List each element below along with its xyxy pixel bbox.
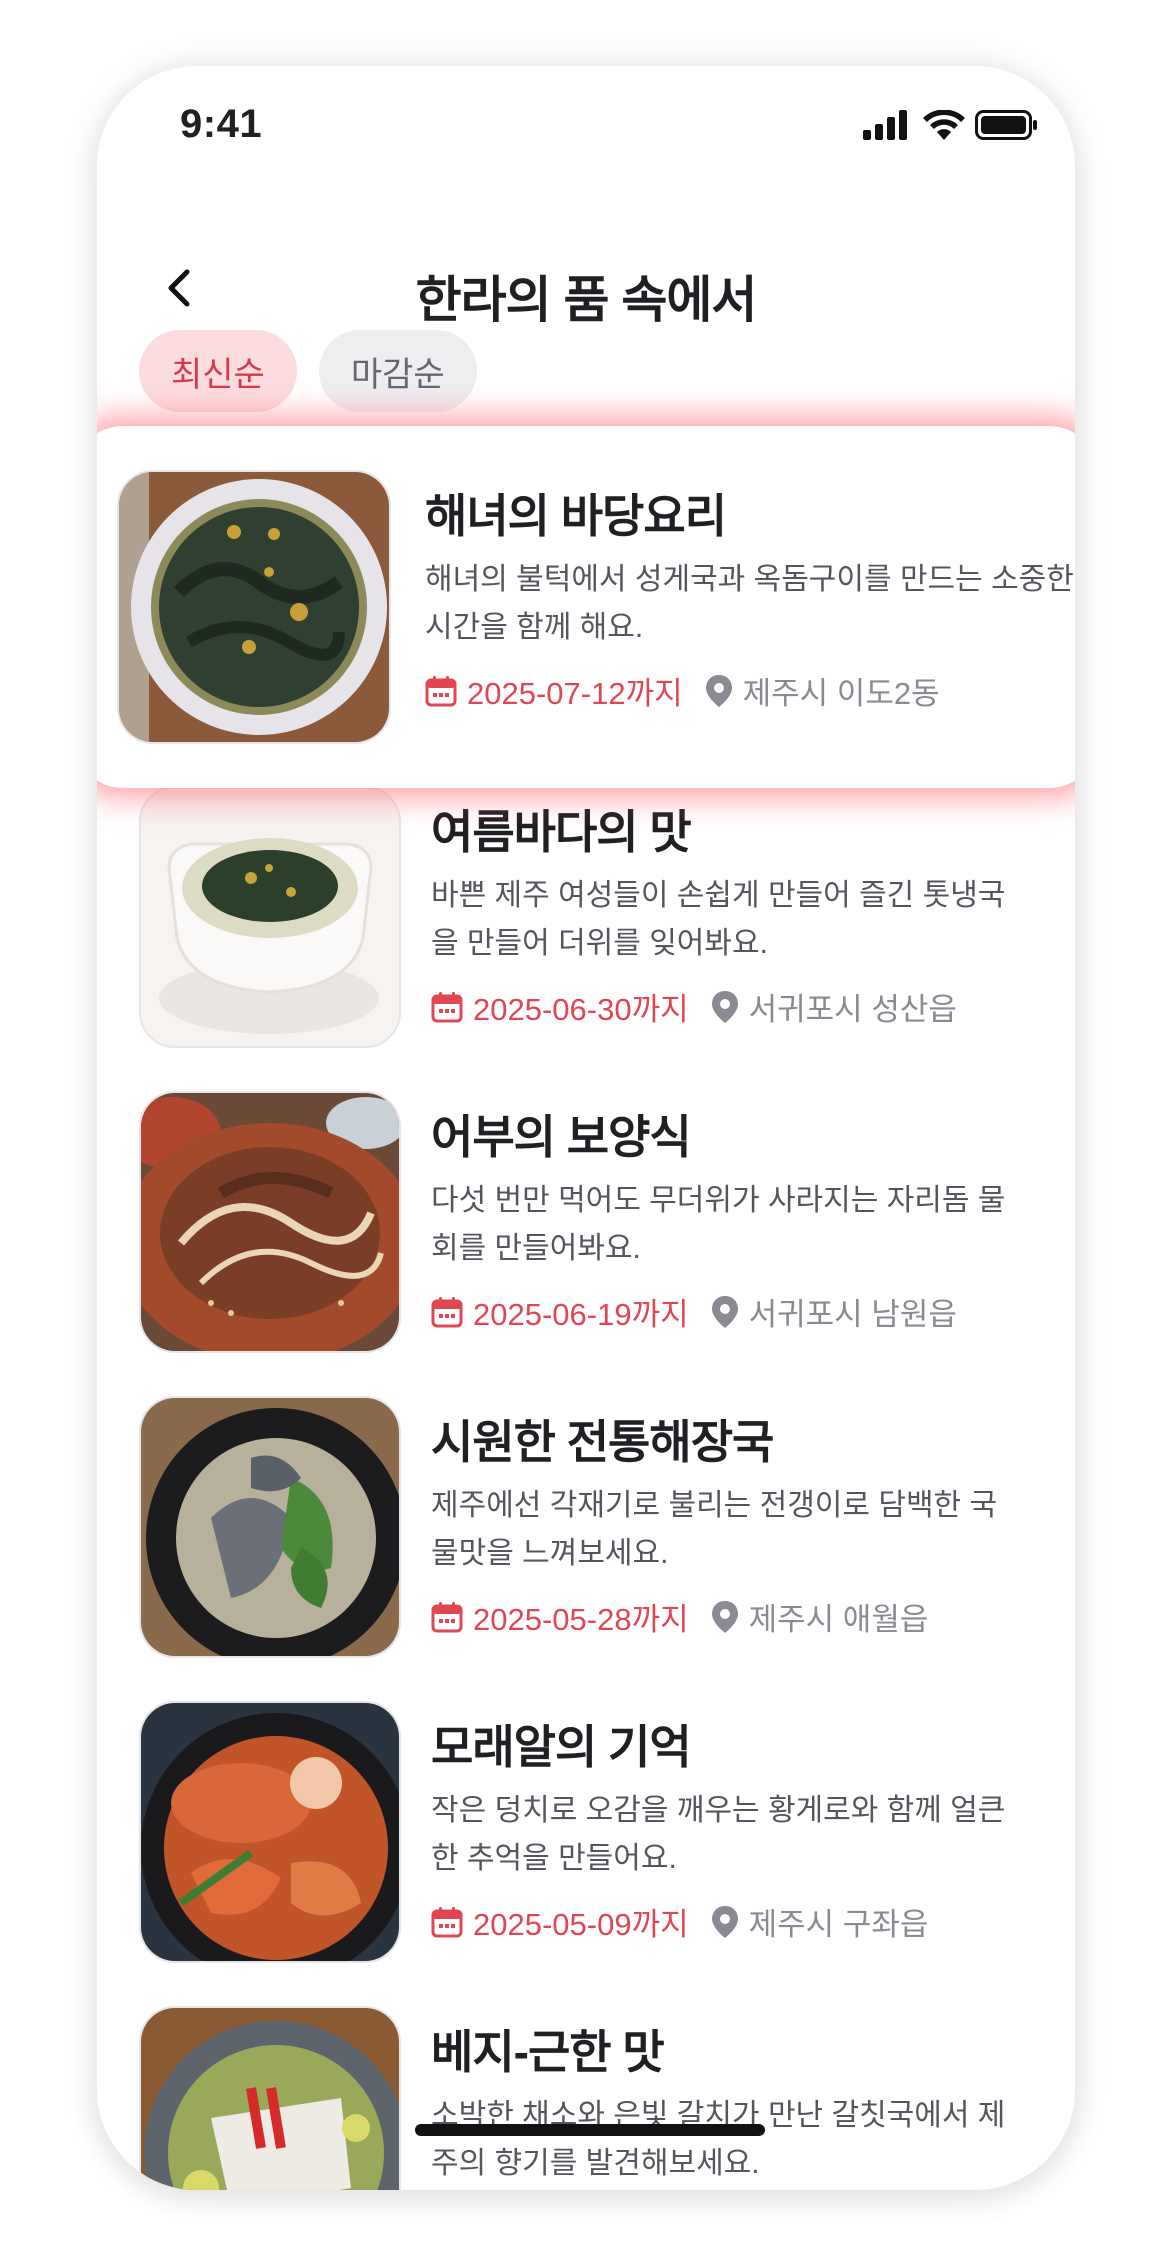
list-item[interactable]: 모래알의 기억 작은 덩치로 오감을 깨우는 황게로와 함께 얼큰한 추억을 만… xyxy=(139,1701,1035,1963)
item-description: 소박한 채소와 은빛 갈치가 만난 갈칫국에서 제주의 향기를 발견해보세요. xyxy=(431,2099,1006,2180)
item-location: 제주시 애월읍 xyxy=(748,1602,929,1637)
item-title: 해녀의 바당요리 xyxy=(425,490,727,542)
wifi-icon xyxy=(923,110,965,140)
item-deadline: 2025-06-19까지 xyxy=(473,1297,689,1332)
item-description: 바쁜 제주 여성들이 손쉽게 만들어 즐긴 톳냉국을 만들어 더위를 잊어봐요. xyxy=(431,879,1006,960)
item-description: 작은 덩치로 오감을 깨우는 황게로와 함께 얼큰한 추억을 만들어요. xyxy=(431,1794,1006,1875)
calendar-icon xyxy=(431,1906,463,1937)
item-title: 베지-근한 맛 xyxy=(431,2026,665,2078)
item-location: 서귀포시 남원읍 xyxy=(748,1297,957,1332)
item-deadline: 2025-07-12까지 xyxy=(467,676,683,711)
item-description: 해녀의 불턱에서 성게국과 옥돔구이를 만드는 소중한 시간을 함께 해요. xyxy=(425,563,1074,644)
item-description: 다섯 번만 먹어도 무더위가 사라지는 자리돔 물회를 만들어봐요. xyxy=(431,1184,1006,1265)
list-item[interactable]: 어부의 보양식 다섯 번만 먹어도 무더위가 사라지는 자리돔 물회를 만들어봐… xyxy=(139,1091,1035,1353)
item-title: 모래알의 기억 xyxy=(431,1721,692,1773)
food-image xyxy=(139,1701,401,1963)
food-image xyxy=(139,786,401,1048)
food-image xyxy=(139,2006,401,2190)
food-image xyxy=(139,1396,401,1658)
item-deadline: 2025-06-30까지 xyxy=(473,992,689,1027)
calendar-icon xyxy=(431,1296,463,1327)
item-title: 시원한 전통해장국 xyxy=(431,1416,774,1468)
featured-list-item[interactable]: 해녀의 바당요리 해녀의 불턱에서 성게국과 옥돔구이를 만드는 소중한 시간을… xyxy=(97,426,1075,788)
battery-icon xyxy=(975,110,1037,140)
calendar-icon xyxy=(425,675,457,706)
item-description: 제주에선 각재기로 불리는 전갱이로 담백한 국물맛을 느껴보세요. xyxy=(431,1489,998,1570)
food-image xyxy=(139,1091,401,1353)
item-title: 어부의 보양식 xyxy=(431,1111,692,1163)
list-item[interactable]: 여름바다의 맛 바쁜 제주 여성들이 손쉽게 만들어 즐긴 톳냉국을 만들어 더… xyxy=(139,786,1035,1048)
calendar-icon xyxy=(431,991,463,1022)
status-bar: 9:41 xyxy=(97,66,1075,196)
location-pin-icon xyxy=(711,1295,738,1328)
status-time: 9:41 xyxy=(180,102,263,146)
sort-deadline-chip[interactable]: 마감순 xyxy=(318,330,477,412)
food-image xyxy=(117,470,391,744)
item-deadline: 2025-05-09까지 xyxy=(473,1907,689,1942)
item-location: 제주시 구좌읍 xyxy=(748,1907,929,1942)
phone-screen: 9:41 한라의 품 속에서 최신순 마감순 여름바다의 맛 바쁜 제주 여성들… xyxy=(97,66,1075,2190)
sort-latest-chip[interactable]: 최신순 xyxy=(139,330,297,412)
home-indicator[interactable] xyxy=(415,2124,765,2136)
item-deadline: 2025-05-28까지 xyxy=(473,1602,689,1637)
sort-filters: 최신순 마감순 xyxy=(139,330,477,412)
list-item[interactable]: 시원한 전통해장국 제주에선 각재기로 불리는 전갱이로 담백한 국물맛을 느껴… xyxy=(139,1396,1035,1658)
page-title: 한라의 품 속에서 xyxy=(415,272,758,328)
location-pin-icon xyxy=(705,674,732,707)
location-pin-icon xyxy=(711,1600,738,1633)
list-item[interactable]: 베지-근한 맛 소박한 채소와 은빛 갈치가 만난 갈칫국에서 제주의 향기를 … xyxy=(139,2006,1035,2190)
header: 한라의 품 속에서 xyxy=(97,236,1075,336)
calendar-icon xyxy=(431,1601,463,1632)
location-pin-icon xyxy=(711,990,738,1023)
item-title: 여름바다의 맛 xyxy=(431,806,692,858)
location-pin-icon xyxy=(711,1905,738,1938)
item-location: 서귀포시 성산읍 xyxy=(748,992,957,1027)
item-location: 제주시 이도2동 xyxy=(742,676,940,711)
signal-icon xyxy=(863,110,907,140)
